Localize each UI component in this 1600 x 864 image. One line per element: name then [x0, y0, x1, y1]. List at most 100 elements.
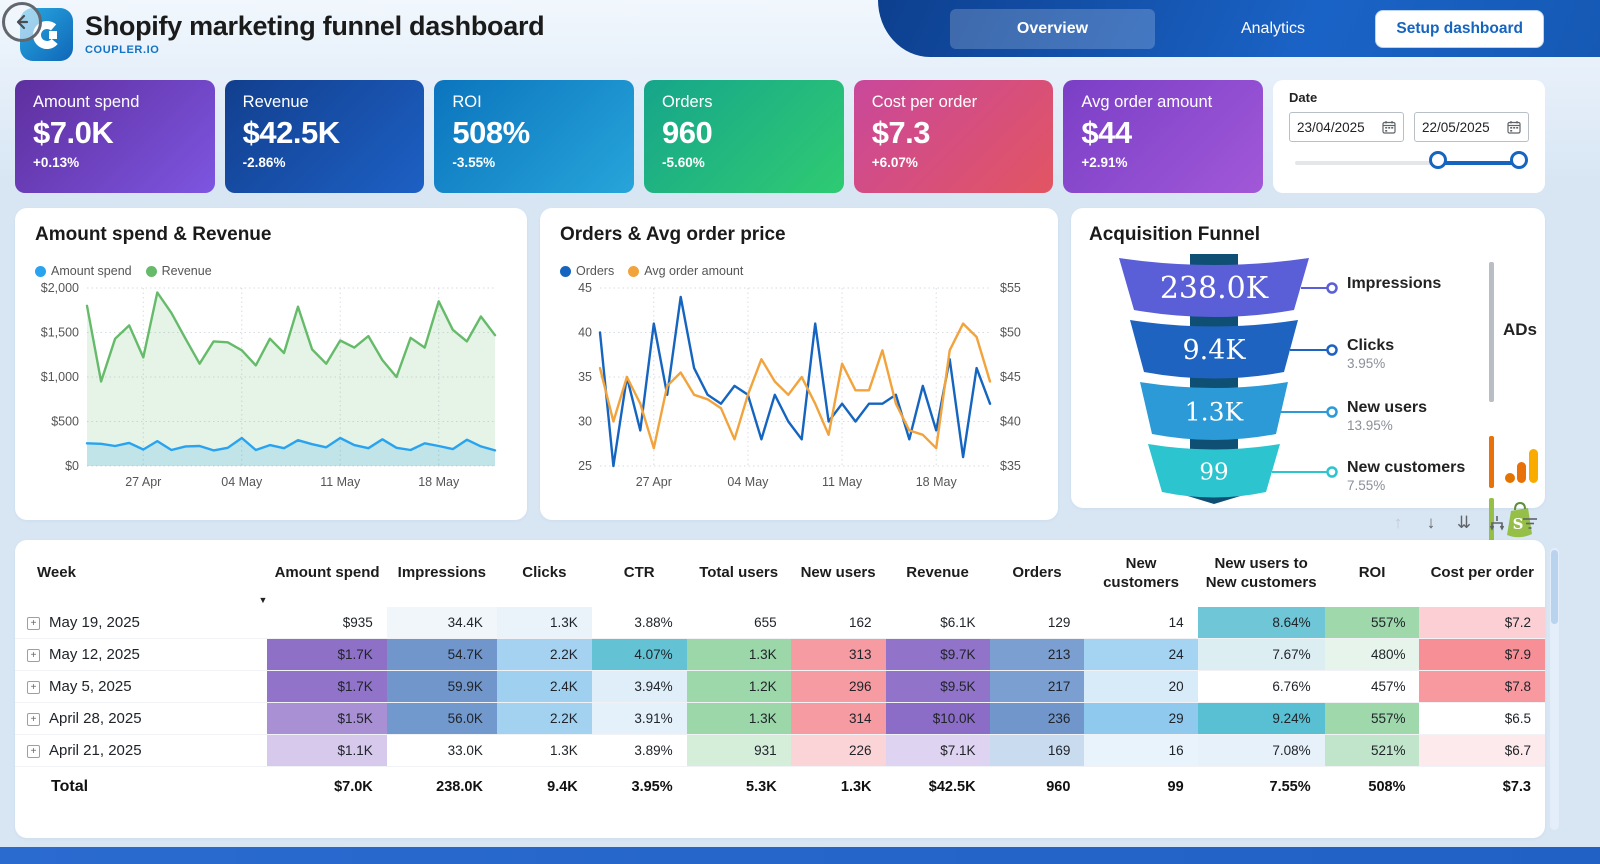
expand-row-icon[interactable]: + — [27, 745, 40, 758]
data-cell[interactable]: $9.7K — [886, 638, 990, 670]
data-cell[interactable]: 557% — [1325, 702, 1420, 734]
data-cell[interactable]: 129 — [990, 607, 1085, 639]
data-cell[interactable]: 6.76% — [1198, 670, 1325, 702]
data-cell[interactable]: $9.5K — [886, 670, 990, 702]
data-cell[interactable]: 3.94% — [592, 670, 687, 702]
column-header-orders[interactable]: Orders — [990, 546, 1085, 595]
data-cell[interactable]: $6.7 — [1419, 734, 1545, 766]
data-cell[interactable]: 169 — [990, 734, 1085, 766]
expand-row-icon[interactable]: + — [27, 617, 40, 630]
data-cell[interactable]: 457% — [1325, 670, 1420, 702]
column-header-clicks[interactable]: Clicks — [497, 546, 592, 595]
filters-icon[interactable] — [1520, 513, 1540, 533]
data-cell[interactable]: 56.0K — [387, 702, 497, 734]
data-cell[interactable]: $7.1K — [886, 734, 990, 766]
week-cell[interactable]: +May 19, 2025 — [15, 607, 267, 639]
data-cell[interactable]: 557% — [1325, 607, 1420, 639]
data-cell[interactable]: $6.5 — [1419, 702, 1545, 734]
back-button[interactable] — [2, 2, 42, 42]
column-header-ctr[interactable]: CTR — [592, 546, 687, 595]
data-cell[interactable]: 217 — [990, 670, 1085, 702]
slider-handle-end[interactable] — [1510, 151, 1528, 169]
column-header-new-users-to-new-customers[interactable]: New users to New customers — [1198, 546, 1325, 595]
date-start-input[interactable]: 23/04/2025 — [1289, 112, 1404, 142]
column-header-total-users[interactable]: Total users — [687, 546, 791, 595]
data-cell[interactable]: 2.2K — [497, 702, 592, 734]
table-scrollbar[interactable] — [1550, 548, 1559, 830]
data-cell[interactable]: $7.8 — [1419, 670, 1545, 702]
legend-item[interactable]: Amount spend — [35, 264, 132, 278]
data-cell[interactable]: 521% — [1325, 734, 1420, 766]
data-cell[interactable]: 2.2K — [497, 638, 592, 670]
week-sort-indicator[interactable]: ▼ — [15, 595, 267, 607]
legend-item[interactable]: Avg order amount — [628, 264, 743, 278]
data-cell[interactable]: 162 — [791, 607, 886, 639]
data-cell[interactable]: 213 — [990, 638, 1085, 670]
tab-analytics[interactable]: Analytics — [1208, 9, 1338, 49]
column-header-new-users[interactable]: New users — [791, 546, 886, 595]
data-cell[interactable]: $1.5K — [267, 702, 386, 734]
week-cell[interactable]: +May 5, 2025 — [15, 670, 267, 702]
data-cell[interactable]: 296 — [791, 670, 886, 702]
data-cell[interactable]: 226 — [791, 734, 886, 766]
drill-down-icon[interactable]: ↓ — [1421, 513, 1441, 533]
expand-all-levels-icon[interactable] — [1487, 513, 1507, 533]
drill-up-icon[interactable]: ↑ — [1388, 513, 1408, 533]
data-cell[interactable]: $1.7K — [267, 638, 386, 670]
data-cell[interactable]: 1.3K — [497, 607, 592, 639]
data-cell[interactable]: $7.2 — [1419, 607, 1545, 639]
column-header-impressions[interactable]: Impressions — [387, 546, 497, 595]
data-cell[interactable]: 54.7K — [387, 638, 497, 670]
data-cell[interactable]: 59.9K — [387, 670, 497, 702]
column-header-week[interactable]: Week — [15, 546, 267, 595]
data-cell[interactable]: 313 — [791, 638, 886, 670]
week-cell[interactable]: +April 21, 2025 — [15, 734, 267, 766]
data-cell[interactable]: 1.3K — [687, 702, 791, 734]
data-cell[interactable]: 29 — [1084, 702, 1197, 734]
expand-row-icon[interactable]: + — [27, 713, 40, 726]
column-header-cost-per-order[interactable]: Cost per order — [1419, 546, 1545, 595]
slider-handle-start[interactable] — [1429, 151, 1447, 169]
column-header-revenue[interactable]: Revenue — [886, 546, 990, 595]
data-cell[interactable]: 1.2K — [687, 670, 791, 702]
data-cell[interactable]: 9.24% — [1198, 702, 1325, 734]
column-header-new-customers[interactable]: New customers — [1084, 546, 1197, 595]
data-cell[interactable]: 16 — [1084, 734, 1197, 766]
legend-item[interactable]: Revenue — [146, 264, 212, 278]
tab-overview[interactable]: Overview — [950, 9, 1155, 49]
data-cell[interactable]: 14 — [1084, 607, 1197, 639]
expand-next-level-icon[interactable]: ⇊ — [1454, 513, 1474, 533]
data-cell[interactable]: 33.0K — [387, 734, 497, 766]
data-cell[interactable]: 236 — [990, 702, 1085, 734]
week-cell[interactable]: +April 28, 2025 — [15, 702, 267, 734]
data-cell[interactable]: 34.4K — [387, 607, 497, 639]
table-scrollbar-thumb[interactable] — [1551, 550, 1558, 624]
data-cell[interactable]: $935 — [267, 607, 386, 639]
data-cell[interactable]: 7.67% — [1198, 638, 1325, 670]
data-cell[interactable]: 3.88% — [592, 607, 687, 639]
data-cell[interactable]: 931 — [687, 734, 791, 766]
data-cell[interactable]: $10.0K — [886, 702, 990, 734]
data-cell[interactable]: 8.64% — [1198, 607, 1325, 639]
data-cell[interactable]: 1.3K — [497, 734, 592, 766]
data-cell[interactable]: 3.91% — [592, 702, 687, 734]
week-cell[interactable]: +May 12, 2025 — [15, 638, 267, 670]
data-cell[interactable]: 4.07% — [592, 638, 687, 670]
data-cell[interactable]: 2.4K — [497, 670, 592, 702]
data-cell[interactable]: 655 — [687, 607, 791, 639]
setup-dashboard-button[interactable]: Setup dashboard — [1375, 10, 1544, 48]
data-cell[interactable]: 314 — [791, 702, 886, 734]
expand-row-icon[interactable]: + — [27, 681, 40, 694]
data-cell[interactable]: 480% — [1325, 638, 1420, 670]
data-cell[interactable]: $7.9 — [1419, 638, 1545, 670]
data-cell[interactable]: $6.1K — [886, 607, 990, 639]
column-header-amount-spend[interactable]: Amount spend — [267, 546, 386, 595]
data-cell[interactable]: 3.89% — [592, 734, 687, 766]
data-cell[interactable]: $1.7K — [267, 670, 386, 702]
legend-item[interactable]: Orders — [560, 264, 614, 278]
data-cell[interactable]: 20 — [1084, 670, 1197, 702]
expand-row-icon[interactable]: + — [27, 649, 40, 662]
date-end-input[interactable]: 22/05/2025 — [1414, 112, 1529, 142]
data-cell[interactable]: 1.3K — [687, 638, 791, 670]
column-header-roi[interactable]: ROI — [1325, 546, 1420, 595]
